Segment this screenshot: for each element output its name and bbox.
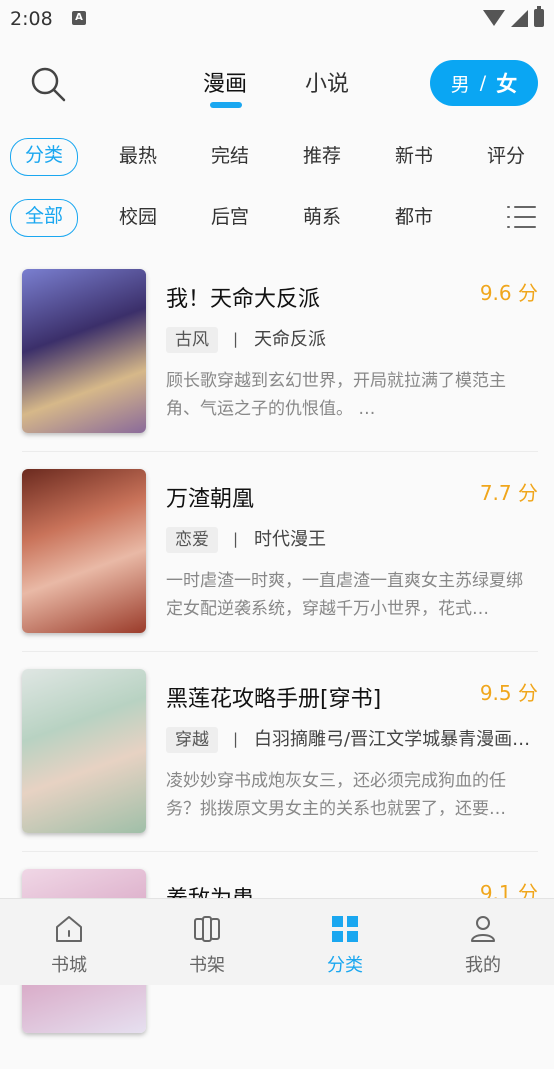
home-icon [56, 916, 82, 942]
book-author: 时代漫王 [254, 529, 326, 550]
gender-separator: / [479, 72, 487, 94]
nav-category[interactable]: 分类 [276, 899, 414, 985]
book-item[interactable]: 万渣朝凰 7.7 分 恋爱 | 时代漫王 一时虐渣一时爽，一直虐渣一直爽女主苏绿… [0, 469, 554, 669]
tag-separator: | [233, 730, 239, 748]
book-description: 凌妙妙穿书成炮灰女三，还必须完成狗血的任务？挑拨原文男女主的关系也就罢了，还要… [166, 771, 506, 819]
signal-icon [511, 9, 528, 27]
category-icon [332, 916, 358, 942]
book-description: 顾长歌穿越到玄幻世界，开局就拉满了模范主角、气运之子的仇恨值。 … [166, 371, 506, 419]
wifi-icon [483, 10, 505, 26]
genre-filter-row: 全部 校园 后宫 萌系 都市 [0, 199, 554, 237]
gender-male: 男 [450, 73, 470, 96]
sort-filter-row: 分类 最热 完结 推荐 新书 评分 [0, 138, 554, 176]
tab-novel[interactable]: 小说 [305, 66, 349, 98]
status-bar: 2:08 A [0, 0, 554, 36]
status-icons [483, 6, 544, 28]
gender-female: 女 [496, 72, 518, 96]
book-item[interactable]: 黑莲花攻略手册[穿书] 9.5 分 穿越 | 白羽摘雕弓/晋江文学城暴青漫画… … [0, 669, 554, 869]
genre-urban[interactable]: 都市 [395, 199, 433, 235]
app-notification-icon: A [72, 11, 86, 25]
book-author: 白羽摘雕弓/晋江文学城暴青漫画… [254, 729, 531, 750]
bottom-nav: 书城 书架 分类 我的 [0, 898, 554, 985]
divider [22, 651, 538, 652]
genre-campus[interactable]: 校园 [119, 199, 157, 235]
book-score: 9.6 分 [479, 281, 538, 305]
active-tab-indicator [210, 102, 242, 108]
nav-label: 书城 [51, 955, 87, 976]
book-cover[interactable] [22, 269, 146, 433]
divider [22, 851, 538, 852]
book-tag: 恋爱 [166, 527, 218, 553]
divider [22, 451, 538, 452]
book-item[interactable]: 我！天命大反派 9.6 分 古风 | 天命反派 顾长歌穿越到玄幻世界，开局就拉满… [0, 269, 554, 469]
genre-moe[interactable]: 萌系 [303, 199, 341, 235]
book-tag: 古风 [166, 327, 218, 353]
user-icon [471, 916, 495, 942]
book-cover[interactable] [22, 469, 146, 633]
nav-profile[interactable]: 我的 [414, 899, 552, 985]
book-title: 万渣朝凰 [166, 487, 255, 512]
filter-hottest[interactable]: 最热 [119, 138, 157, 174]
filter-completed[interactable]: 完结 [211, 138, 249, 174]
filter-rating[interactable]: 评分 [487, 138, 525, 174]
status-time: 2:08 [10, 8, 53, 30]
tab-manhua[interactable]: 漫画 [203, 66, 247, 98]
nav-label: 书架 [189, 955, 225, 976]
search-button[interactable] [28, 64, 68, 104]
genre-all[interactable]: 全部 [10, 199, 79, 237]
book-author: 天命反派 [254, 329, 326, 350]
nav-label: 我的 [465, 955, 501, 976]
nav-bookstore[interactable]: 书城 [0, 899, 138, 985]
gender-toggle[interactable]: 男 / 女 [430, 60, 538, 106]
battery-icon [534, 6, 544, 27]
filter-category[interactable]: 分类 [10, 138, 79, 176]
search-icon [31, 67, 66, 102]
book-description: 一时虐渣一时爽，一直虐渣一直爽女主苏绿夏绑定女配逆袭系统，穿越千万小世界，花式… [166, 571, 523, 619]
book-tag: 穿越 [166, 727, 218, 753]
book-title: 黑莲花攻略手册[穿书] [166, 687, 382, 712]
bookshelf-icon [194, 916, 220, 942]
nav-bookshelf[interactable]: 书架 [138, 899, 276, 985]
tag-separator: | [233, 530, 239, 548]
list-menu-icon[interactable] [507, 206, 537, 228]
genre-harem[interactable]: 后宫 [211, 199, 249, 235]
book-title: 我！天命大反派 [166, 287, 321, 312]
nav-label: 分类 [327, 955, 363, 976]
top-nav: 漫画 小说 男 / 女 [0, 50, 554, 120]
tag-separator: | [233, 330, 239, 348]
book-score: 9.5 分 [479, 681, 538, 705]
filter-recommended[interactable]: 推荐 [303, 138, 341, 174]
book-cover[interactable] [22, 669, 146, 833]
book-score: 7.7 分 [479, 481, 538, 505]
filter-new[interactable]: 新书 [395, 138, 433, 174]
